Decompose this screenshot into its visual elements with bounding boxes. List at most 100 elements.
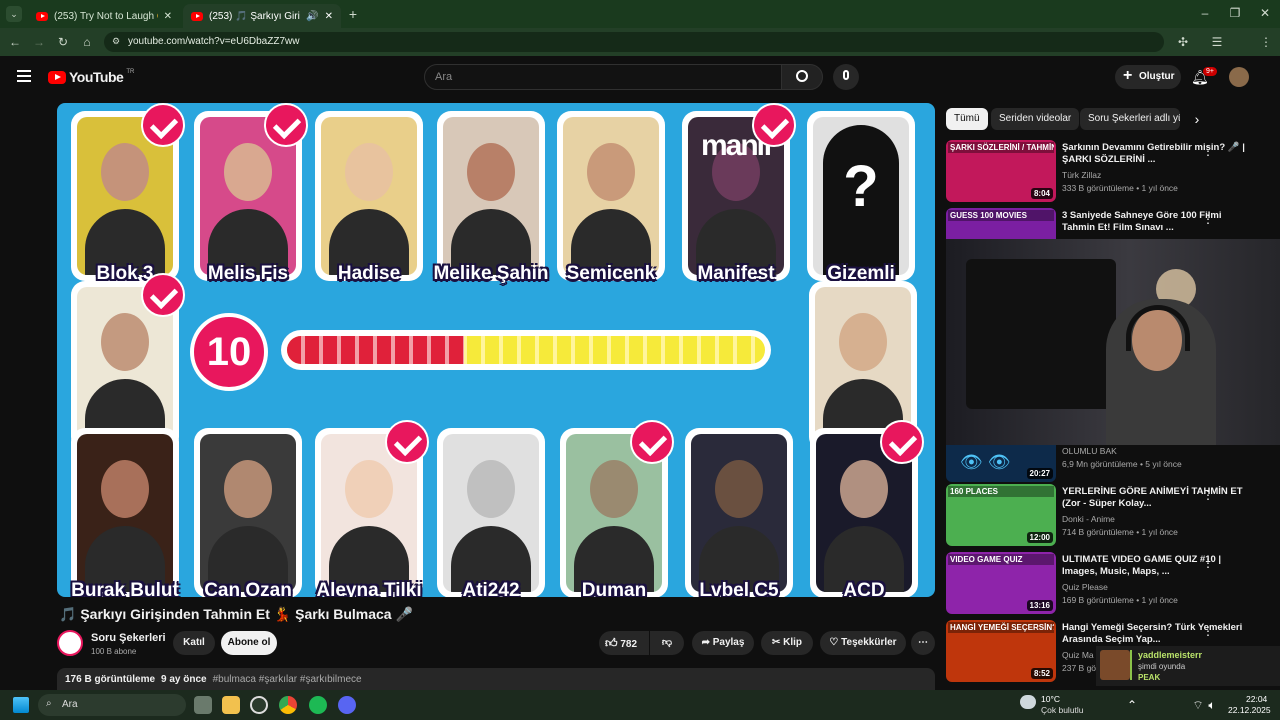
volume-icon[interactable]: 🔈︎ xyxy=(1206,698,1218,712)
reload-icon[interactable]: ↻ xyxy=(56,35,70,49)
minimize-window-button[interactable]: – xyxy=(1198,6,1212,20)
subscribe-button[interactable]: Abone ol xyxy=(221,631,277,655)
taskbar-search[interactable]: ⌕ Ara xyxy=(38,694,186,716)
video-thumbnail[interactable]: 160 PLACES 12:00 xyxy=(946,484,1056,546)
rec-title[interactable]: ULTIMATE VIDEO GAME QUIZ #10 | Images, M… xyxy=(1062,554,1252,578)
rec-title[interactable]: Hangi Yemeği Seçersin? Türk Yemekleri Ar… xyxy=(1062,622,1252,646)
home-icon[interactable]: ⌂ xyxy=(80,35,94,49)
clock-time[interactable]: 22:04 xyxy=(1246,694,1267,704)
rec-meta: 6,9 Mn görüntüleme • 5 yıl önce xyxy=(1062,459,1182,469)
more-actions-button[interactable]: ⋯ xyxy=(911,631,935,655)
dislike-button[interactable]: 👎︎ xyxy=(650,631,684,655)
weather-desc[interactable]: Çok bulutlu xyxy=(1041,705,1084,715)
channel-avatar[interactable] xyxy=(57,630,83,656)
chip-channel[interactable]: Soru Şekerleri adlı yü xyxy=(1080,108,1180,130)
network-icon[interactable]: ⌔ xyxy=(1192,698,1204,712)
rec-menu-icon[interactable]: ⋮ xyxy=(1202,212,1214,226)
hamburger-menu-icon[interactable] xyxy=(17,70,31,82)
spotify-icon[interactable] xyxy=(309,696,327,714)
start-button[interactable] xyxy=(13,697,29,713)
rec-menu-icon[interactable]: ⋮ xyxy=(1202,624,1214,638)
file-explorer-icon[interactable] xyxy=(222,696,240,714)
video-duration: 13:16 xyxy=(1026,600,1053,611)
extensions-icon[interactable]: ✣ xyxy=(1176,35,1190,49)
rec-menu-icon[interactable]: ⋮ xyxy=(1202,488,1214,502)
recommended-video[interactable]: ŞARKI SÖZLERİNİ / TAHMİN ET! 8:04 Şarkının… xyxy=(946,140,1266,204)
task-view-icon[interactable] xyxy=(194,696,212,714)
join-button[interactable]: Katıl xyxy=(173,631,215,655)
artist-card: Hadise xyxy=(315,111,423,284)
clip-button[interactable]: ✂ Klip xyxy=(761,631,813,655)
rec-channel[interactable]: Türk Zillaz xyxy=(1062,170,1101,180)
artist-head xyxy=(101,143,149,201)
site-info-icon[interactable]: ⚙ xyxy=(112,36,120,47)
video-thumbnail[interactable]: ŞARKI SÖZLERİNİ / TAHMİN ET! 8:04 xyxy=(946,140,1056,202)
video-player[interactable]: Blok 3 Melis Fis Hadise Melike Şahin Semicen… xyxy=(57,103,935,597)
clock-date[interactable]: 22.12.2025 xyxy=(1228,705,1271,715)
recommended-video[interactable]: 160 PLACES 12:00 YERLERİNE GÖRE ANİMEYİ TA… xyxy=(946,484,1266,548)
share-button[interactable]: ➦ Paylaş xyxy=(692,631,754,655)
youtube-logo[interactable]: YouTube TR xyxy=(48,69,134,85)
tray-chevron-icon[interactable]: ⌃ xyxy=(1127,698,1137,712)
artist-head xyxy=(590,460,638,518)
video-thumbnail[interactable]: VIDEO GAME QUIZ 13:16 xyxy=(946,552,1056,614)
artist-card: Lvbel C5 xyxy=(685,428,793,597)
channel-name[interactable]: Soru Şekerleri xyxy=(91,632,166,644)
search-icon xyxy=(796,70,808,82)
discord-icon[interactable] xyxy=(338,696,356,714)
account-avatar[interactable] xyxy=(1229,67,1249,87)
artist-card: Blok 3 xyxy=(71,103,185,284)
browser-menu-icon[interactable]: ⋮ xyxy=(1260,35,1272,49)
create-button[interactable]: + Oluştur xyxy=(1115,65,1181,89)
like-button[interactable]: 👍︎ 782 xyxy=(599,631,649,655)
url-field[interactable]: ⚙ youtube.com/watch?v=eU6DbaZZ7ww xyxy=(104,32,1164,52)
thanks-button[interactable]: ♡ Teşekkürler xyxy=(820,631,906,655)
tab-search-button[interactable]: ⌄ xyxy=(6,6,22,22)
rec-title[interactable]: 3 Saniyede Sahneye Göre 100 Filmi Tahmin… xyxy=(1062,210,1252,234)
youtube-logo-icon xyxy=(48,70,66,84)
rec-title[interactable]: YERLERİNE GÖRE ANİMEYİ TAHMİN ET (Zor - … xyxy=(1062,486,1252,510)
weather-temp[interactable]: 10°C xyxy=(1041,694,1060,704)
new-tab-button[interactable]: + xyxy=(346,7,360,21)
description-box[interactable]: 176 B görüntüleme 9 ay önce #bulmaca #şark… xyxy=(57,668,935,692)
steam-notification[interactable]: yaddlemeisterr şimdi oyunda PEAK xyxy=(1096,646,1280,686)
rec-channel[interactable]: Donki - Anime xyxy=(1062,514,1115,524)
voice-search-button[interactable] xyxy=(833,64,859,90)
youtube-favicon-icon xyxy=(36,11,48,21)
artist-name: Semicenk xyxy=(566,263,656,284)
close-window-button[interactable]: ✕ xyxy=(1258,6,1272,20)
artist-card: Burak Bulut xyxy=(71,428,179,597)
youtube-wordmark: YouTube xyxy=(69,69,124,85)
back-icon[interactable]: ← xyxy=(8,35,22,49)
maximize-window-button[interactable]: ❐ xyxy=(1228,6,1242,20)
rec-channel[interactable]: OLUMLU BAK xyxy=(1062,446,1117,456)
close-tab-icon[interactable]: ✕ xyxy=(164,11,172,22)
browser-tab-sarkiyi-girisinden[interactable]: (253) 🎵 Şarkıyı Girişinden 🔊 ✕ xyxy=(183,4,341,28)
guessed-check-icon xyxy=(264,103,308,147)
chip-series[interactable]: Seriden videolar xyxy=(991,108,1080,130)
chrome-icon[interactable] xyxy=(279,696,297,714)
artist-photo xyxy=(443,117,539,275)
browser-tab-try-not-to-laugh[interactable]: (253) Try Not to Laugh 🤣 Top ✕ xyxy=(28,4,180,28)
search-button[interactable] xyxy=(781,64,823,90)
video-thumbnail[interactable]: HANGİ YEMEĞİ SEÇERSİN? 8:52 xyxy=(946,620,1056,682)
like-count: 782 xyxy=(620,639,638,650)
rec-channel[interactable]: Quiz Ma xyxy=(1062,650,1094,660)
search-input[interactable]: Ara xyxy=(424,64,782,90)
chip-all[interactable]: Tümü xyxy=(946,108,988,130)
rec-meta: 333 B görüntüleme • 1 yıl önce xyxy=(1062,183,1178,193)
recommended-video[interactable]: VIDEO GAME QUIZ 13:16 ULTIMATE VIDEO GAME … xyxy=(946,552,1266,616)
reading-list-icon[interactable]: ☰ xyxy=(1210,35,1224,49)
tab-audio-icon[interactable]: 🔊 xyxy=(306,11,318,22)
hashtags[interactable]: #bulmaca #şarkılar #şarkıbilmece xyxy=(213,674,362,685)
artist-photo xyxy=(200,434,296,592)
rec-channel[interactable]: Quiz Please xyxy=(1062,582,1108,592)
close-tab-icon[interactable]: ✕ xyxy=(325,11,333,22)
rec-title[interactable]: Şarkının Devamını Getirebilir misin? 🎤 |… xyxy=(1062,142,1252,166)
chevron-right-icon[interactable]: › xyxy=(1190,112,1204,126)
rec-menu-icon[interactable]: ⋮ xyxy=(1202,144,1214,158)
forward-icon[interactable]: → xyxy=(32,35,46,49)
rec-menu-icon[interactable]: ⋮ xyxy=(1202,556,1214,570)
chatgpt-icon[interactable] xyxy=(250,696,268,714)
clip-label: Klip xyxy=(783,637,803,648)
